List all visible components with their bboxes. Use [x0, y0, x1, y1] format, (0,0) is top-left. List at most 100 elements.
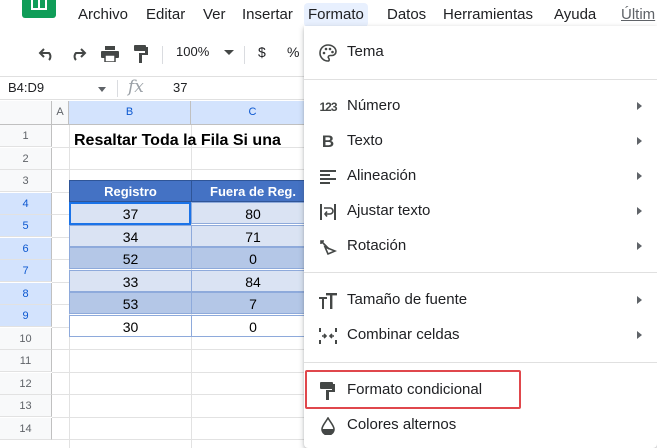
format-menu: Tema 123 Número B Texto Alineación Ajust… — [304, 26, 657, 448]
last-edit-link[interactable]: Últim — [617, 3, 657, 27]
row-header[interactable]: 4 — [0, 192, 52, 215]
font-size-icon — [318, 291, 338, 311]
column-header-b[interactable]: B — [69, 101, 191, 125]
menu-archivo[interactable]: Archivo — [74, 3, 132, 27]
palette-icon — [318, 43, 338, 63]
menu-item-label: Tema — [347, 43, 384, 60]
zoom-select[interactable]: 100% — [176, 44, 209, 59]
menu-item-alineacion[interactable]: Alineación — [304, 159, 657, 193]
submenu-arrow-icon — [637, 137, 642, 145]
table-header-registro[interactable]: Registro — [69, 180, 192, 202]
menu-item-formato-condicional[interactable]: Formato condicional — [304, 373, 657, 407]
menu-item-label: Texto — [347, 132, 383, 149]
fx-icon: fx — [128, 77, 144, 97]
select-all-corner[interactable] — [0, 101, 52, 125]
row-header[interactable]: 8 — [0, 282, 52, 305]
row-header[interactable]: 11 — [0, 350, 52, 372]
name-box[interactable]: B4:D9 — [8, 80, 44, 95]
row-header[interactable]: 3 — [0, 170, 52, 192]
menu-item-combinar-celdas[interactable]: Combinar celdas — [304, 318, 657, 352]
menu-item-label: Tamaño de fuente — [347, 291, 468, 308]
table-cell[interactable]: 53 — [69, 292, 192, 314]
table-cell[interactable]: 33 — [69, 269, 192, 292]
menu-item-label: Alineación — [347, 167, 417, 184]
paint-format-icon[interactable] — [128, 38, 154, 70]
menu-item-tema[interactable]: Tema — [304, 35, 657, 69]
text-rotation-icon — [318, 237, 338, 257]
toolbar-separator — [244, 46, 245, 64]
percent-format-button[interactable]: % — [287, 44, 299, 60]
merge-cells-icon — [318, 326, 338, 346]
table-cell[interactable]: 80 — [191, 202, 315, 224]
submenu-arrow-icon — [637, 172, 642, 180]
formula-input[interactable]: 37 — [173, 80, 187, 95]
paint-roller-icon — [318, 381, 338, 401]
menu-insertar[interactable]: Insertar — [238, 3, 297, 27]
menu-separator — [304, 79, 657, 80]
column-header-c[interactable]: C — [191, 101, 315, 125]
row-header[interactable]: 1 — [0, 125, 52, 147]
menu-item-tamano-fuente[interactable]: Tamaño de fuente — [304, 283, 657, 317]
submenu-arrow-icon — [637, 242, 642, 250]
submenu-arrow-icon — [637, 296, 642, 304]
formula-bar-separator — [117, 80, 118, 97]
menu-ver[interactable]: Ver — [199, 3, 230, 27]
menu-item-label: Número — [347, 97, 401, 114]
align-left-icon — [318, 167, 338, 187]
sheets-logo-icon[interactable] — [22, 0, 56, 18]
menu-formato[interactable]: Formato — [304, 3, 368, 27]
menu-item-texto[interactable]: B Texto — [304, 124, 657, 158]
menu-item-colores-alternos[interactable]: Colores alternos — [304, 408, 657, 442]
menu-separator — [304, 272, 657, 273]
menu-item-label: Ajustar texto — [347, 202, 431, 219]
name-box-chevron-down-icon[interactable] — [98, 87, 106, 92]
menu-item-label: Combinar celdas — [347, 326, 460, 343]
currency-format-button[interactable]: $ — [258, 44, 266, 60]
row-header[interactable]: 2 — [0, 147, 52, 170]
google-sheets-window: Archivo Editar Ver Insertar Formato Dato… — [0, 0, 657, 448]
table-cell[interactable]: 30 — [69, 314, 192, 337]
menu-datos[interactable]: Datos — [383, 3, 430, 27]
number-format-icon: 123 — [319, 100, 337, 114]
menu-item-ajustar-texto[interactable]: Ajustar texto — [304, 194, 657, 228]
text-wrap-icon — [318, 202, 338, 222]
row-header[interactable]: 6 — [0, 237, 52, 260]
menu-separator — [304, 362, 657, 363]
table-cell[interactable]: 34 — [69, 224, 192, 247]
menu-herramientas[interactable]: Herramientas — [439, 3, 537, 27]
table-cell[interactable]: 37 — [69, 202, 192, 224]
menu-editar[interactable]: Editar — [142, 3, 189, 27]
table-header-fuera-de-reg[interactable]: Fuera de Reg. — [191, 180, 315, 202]
menu-item-rotacion[interactable]: Rotación — [304, 229, 657, 263]
submenu-arrow-icon — [637, 331, 642, 339]
menu-ayuda[interactable]: Ayuda — [550, 3, 600, 27]
table-cell[interactable]: 84 — [191, 269, 315, 292]
column-header-a[interactable]: A — [52, 101, 69, 125]
table-cell[interactable]: 52 — [69, 247, 192, 269]
row-header[interactable]: 13 — [0, 395, 52, 417]
table-cell[interactable]: 0 — [191, 247, 315, 269]
redo-icon[interactable] — [65, 38, 91, 70]
menu-item-label: Rotación — [347, 237, 407, 254]
toolbar-separator — [162, 46, 163, 64]
menu-item-numero[interactable]: 123 Número — [304, 89, 657, 123]
row-header[interactable]: 9 — [0, 305, 52, 327]
row-header[interactable]: 7 — [0, 260, 52, 282]
sheet-title-cell[interactable]: Resaltar Toda la Fila Si una — [74, 132, 281, 150]
zoom-chevron-down-icon[interactable] — [224, 50, 234, 55]
row-header[interactable]: 10 — [0, 327, 52, 350]
submenu-arrow-icon — [637, 102, 642, 110]
table-cell[interactable]: 0 — [191, 314, 315, 337]
color-drop-icon — [318, 416, 338, 436]
table-cell[interactable]: 71 — [191, 224, 315, 247]
row-header[interactable]: 5 — [0, 215, 52, 237]
undo-icon[interactable] — [34, 38, 60, 70]
menu-item-label: Colores alternos — [347, 416, 457, 433]
table-cell[interactable]: 7 — [191, 292, 315, 314]
row-header[interactable]: 14 — [0, 417, 52, 440]
row-header[interactable]: 12 — [0, 372, 52, 395]
submenu-arrow-icon — [637, 207, 642, 215]
menu-item-label: Formato condicional — [347, 381, 483, 398]
print-icon[interactable] — [97, 38, 123, 70]
bold-icon: B — [321, 132, 335, 151]
